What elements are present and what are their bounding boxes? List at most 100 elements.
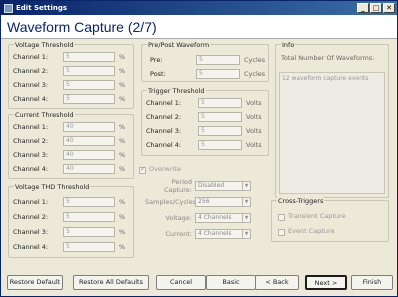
chevron-down-icon: ▼	[242, 181, 250, 190]
cancel-button[interactable]: Cancel	[156, 275, 206, 290]
voltage-channel-1-input[interactable]: 5	[63, 51, 115, 62]
channel-label: Channel 1:	[13, 52, 49, 61]
unit-label: %	[119, 212, 126, 221]
pre-cycles-input[interactable]: 5	[196, 54, 240, 65]
voltage-channel-4-input[interactable]: 5	[63, 93, 115, 104]
channel-label: Channel 1:	[13, 197, 49, 206]
window-title: Edit Settings	[16, 4, 68, 12]
event-capture-option[interactable]: Event Capture	[278, 227, 335, 236]
samples-cycles-select[interactable]: 256 ▼	[195, 196, 251, 207]
trigger-channel-3-input[interactable]: 5	[198, 125, 242, 136]
events-list[interactable]: 12 waveform capture events	[279, 72, 385, 194]
overwrite-checkbox[interactable]: ✓	[139, 165, 146, 174]
restore-default-button[interactable]: Restore Default	[7, 275, 63, 290]
event-capture-checkbox[interactable]	[278, 228, 285, 236]
thd-channel-2-input[interactable]: 5	[63, 211, 115, 222]
unit-label: Cycles	[244, 69, 266, 78]
title-bar[interactable]: Edit Settings _ □ ✕	[1, 1, 397, 15]
transient-capture-checkbox[interactable]	[278, 213, 285, 221]
channel-label: Channel 2:	[13, 66, 49, 75]
group-title: Current Threshold	[14, 111, 75, 119]
current-channel-3-input[interactable]: 40	[63, 149, 115, 160]
back-button[interactable]: < Back	[255, 275, 299, 290]
unit-label: Cycles	[244, 55, 266, 64]
channel-label: Channel 4:	[13, 94, 49, 103]
minimize-button[interactable]: _	[357, 3, 369, 13]
edit-settings-window: Edit Settings _ □ ✕ Waveform Capture (2/…	[0, 0, 398, 297]
samples-cycles-value: 256	[198, 197, 210, 205]
pre-post-waveform-group: Pre/Post Waveform Pre: 5 Cycles Post: 5 Cycl…	[141, 41, 269, 82]
channel-label: Channel 4:	[13, 164, 49, 173]
channel-label: Channel 3:	[13, 227, 49, 236]
overwrite-label: Overwrite	[149, 165, 181, 173]
next-button[interactable]: Next >	[305, 275, 347, 290]
channel-label: Channel 4:	[13, 242, 49, 251]
trigger-channel-4-input[interactable]: 5	[198, 139, 242, 150]
voltage-label: Voltage:	[165, 213, 192, 222]
thd-channel-4-input[interactable]: 5	[63, 241, 115, 252]
cross-triggers-group: Cross-Triggers Transient Capture Event C…	[271, 197, 389, 242]
trigger-threshold-group: Trigger Threshold Channel 1: 5 Volts Chann…	[141, 87, 269, 156]
restore-all-defaults-button[interactable]: Restore All Defaults	[73, 275, 149, 290]
channel-label: Channel 1:	[146, 98, 182, 107]
trigger-channel-2-input[interactable]: 5	[198, 111, 242, 122]
event-capture-label: Event Capture	[288, 227, 335, 235]
channel-label: Channel 2:	[13, 136, 49, 145]
group-title: Voltage Threshold	[14, 41, 75, 49]
unit-label: %	[119, 136, 126, 145]
group-title: Info	[281, 41, 296, 49]
chevron-down-icon: ▼	[242, 197, 250, 206]
current-channel-1-input[interactable]: 40	[63, 121, 115, 132]
samples-cycles-label: Samples/Cycles:	[145, 197, 199, 206]
unit-label: %	[119, 52, 126, 61]
app-icon	[4, 3, 13, 13]
unit-label: %	[119, 150, 126, 159]
page-header: Waveform Capture (2/7)	[1, 15, 397, 39]
unit-label: %	[119, 227, 126, 236]
channel-label: Channel 3:	[146, 126, 182, 135]
post-cycles-input[interactable]: 5	[196, 68, 240, 79]
unit-label: %	[119, 242, 126, 251]
total-waveforms-label: Total Number Of Waveforms:	[281, 54, 375, 62]
group-title: Cross-Triggers	[277, 197, 325, 205]
group-title: Trigger Threshold	[147, 87, 206, 95]
voltage-channel-2-input[interactable]: 5	[63, 65, 115, 76]
current-channel-2-input[interactable]: 40	[63, 135, 115, 146]
period-capture-value: Disabled	[198, 181, 225, 189]
unit-label: %	[119, 164, 126, 173]
pre-label: Pre:	[150, 55, 163, 64]
thd-channel-3-input[interactable]: 5	[63, 226, 115, 237]
channel-label: Channel 2:	[146, 112, 182, 121]
current-select[interactable]: 4 Channels ▼	[195, 228, 251, 239]
unit-label: %	[119, 94, 126, 103]
unit-label: Volts	[246, 98, 262, 107]
channel-label: Channel 3:	[13, 80, 49, 89]
unit-label: Volts	[246, 140, 262, 149]
voltage-channel-3-input[interactable]: 5	[63, 79, 115, 90]
voltage-thd-threshold-group: Voltage THD Threshold Channel 1: 5% Chann…	[8, 183, 134, 258]
channel-label: Channel 4:	[146, 140, 182, 149]
transient-capture-option[interactable]: Transient Capture	[278, 212, 346, 221]
period-capture-label: Period Capture:	[163, 177, 192, 194]
maximize-button[interactable]: □	[370, 3, 382, 13]
close-button[interactable]: ✕	[383, 3, 395, 13]
unit-label: %	[119, 80, 126, 89]
current-channel-4-input[interactable]: 40	[63, 163, 115, 174]
unit-label: %	[119, 197, 126, 206]
current-value: 4 Channels	[198, 229, 232, 237]
group-title: Pre/Post Waveform	[147, 41, 211, 49]
thd-channel-1-input[interactable]: 5	[63, 196, 115, 207]
overwrite-option[interactable]: ✓ Overwrite	[139, 165, 181, 174]
unit-label: %	[119, 66, 126, 75]
chevron-down-icon: ▼	[242, 213, 250, 222]
trigger-channel-1-input[interactable]: 5	[198, 97, 242, 108]
post-label: Post:	[150, 69, 166, 78]
voltage-select[interactable]: 4 Channels ▼	[195, 212, 251, 223]
finish-button[interactable]: Finish	[351, 275, 393, 290]
voltage-value: 4 Channels	[198, 213, 232, 221]
period-capture-select[interactable]: Disabled ▼	[195, 180, 251, 191]
info-group: Info Total Number Of Waveforms: 12 wavef…	[275, 41, 389, 198]
basic-button[interactable]: Basic	[206, 275, 256, 290]
channel-label: Channel 1:	[13, 122, 49, 131]
page-title: Waveform Capture (2/7)	[7, 19, 157, 35]
